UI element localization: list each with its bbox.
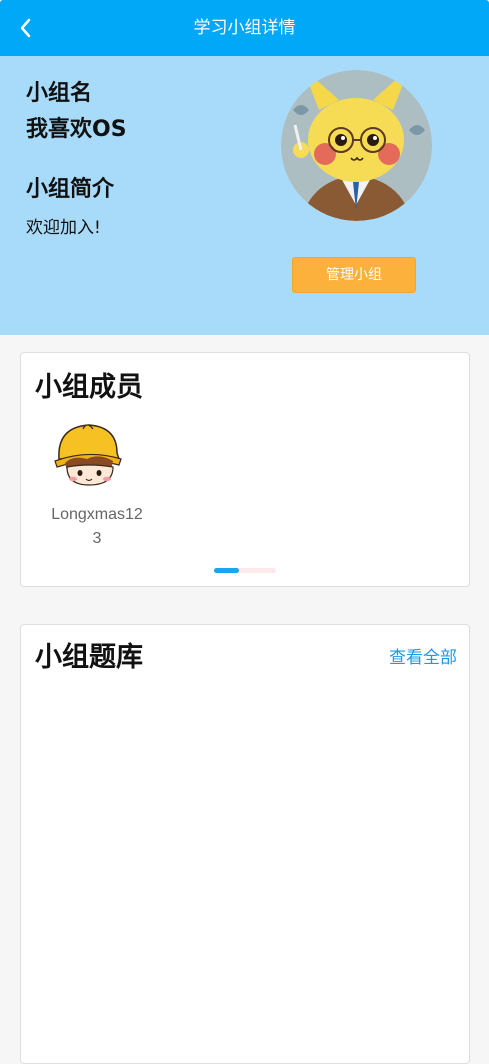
question-bank-title: 小组题库 [35,642,143,673]
view-all-link[interactable]: 查看全部 [389,643,457,668]
page-title: 学习小组详情 [193,18,296,38]
members-card: 小组成员 Longxmas123 [20,352,470,587]
top-nav-bar: 学习小组详情 [0,0,489,56]
group-avatar [281,70,432,221]
manage-group-button[interactable]: 管理小组 [292,257,416,293]
group-intro-text: 欢迎加入! [26,218,101,238]
question-bank-card: 小组题库 查看全部 [20,624,470,1064]
scroll-thumb[interactable] [214,568,239,573]
member-name: Longxmas123 [51,506,143,547]
members-scroll-indicator[interactable] [214,568,276,573]
group-intro-label: 小组简介 [26,177,115,202]
group-name: 我喜欢OS [26,117,127,142]
members-title: 小组成员 [35,372,143,403]
group-name-label: 小组名 [26,81,93,106]
member-avatar[interactable] [53,419,123,489]
